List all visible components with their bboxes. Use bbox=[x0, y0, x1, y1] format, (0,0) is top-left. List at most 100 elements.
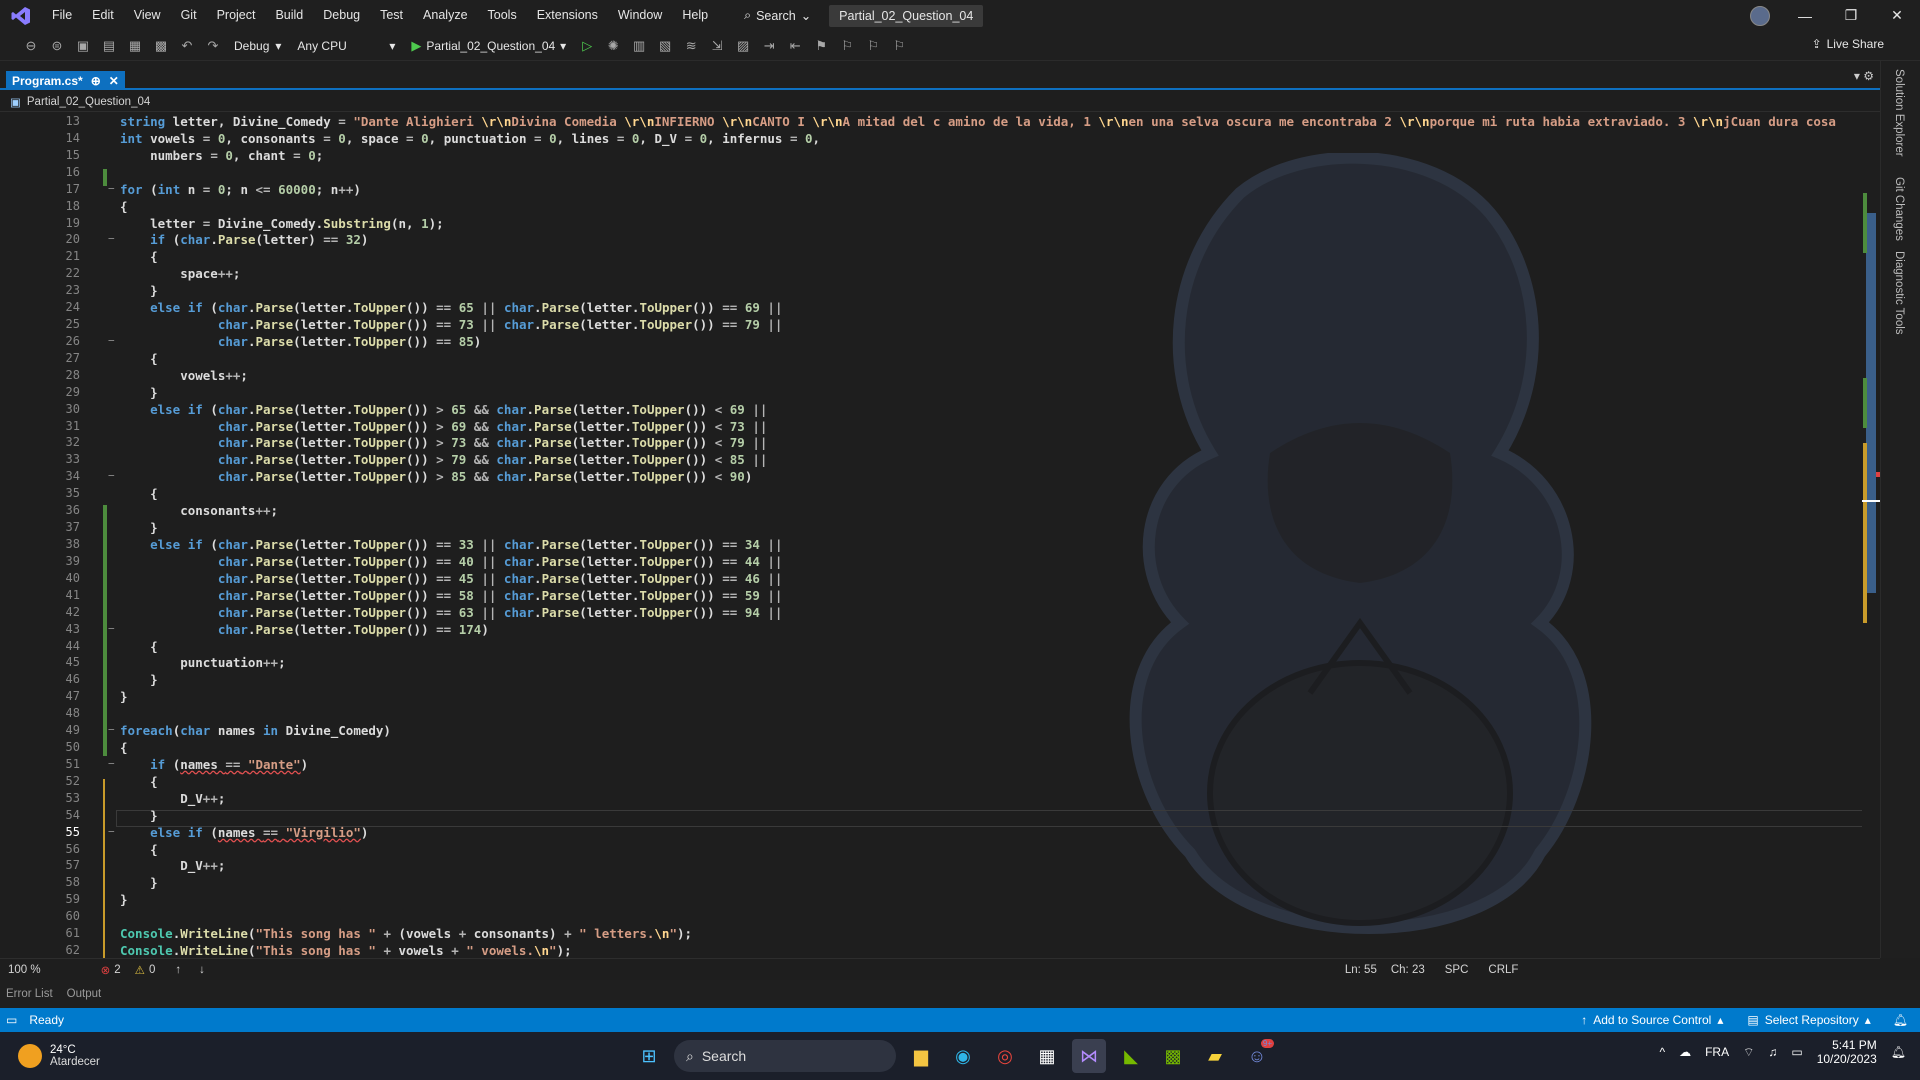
new-project-icon[interactable]: ▣ bbox=[72, 35, 94, 57]
bell-icon[interactable]: 🔔︎ bbox=[1893, 1013, 1908, 1027]
code-line[interactable]: { bbox=[120, 198, 128, 215]
step-icon[interactable]: ⇲ bbox=[706, 35, 728, 57]
cloud-icon[interactable]: ☁ bbox=[1679, 1045, 1691, 1059]
redo-icon[interactable]: ↷ bbox=[202, 35, 224, 57]
code-line[interactable]: } bbox=[120, 891, 128, 908]
column-indicator[interactable]: Ch: 23 bbox=[1391, 964, 1425, 976]
edge-icon[interactable]: ◉ bbox=[946, 1039, 980, 1073]
code-line[interactable]: int vowels = 0, consonants = 0, space = … bbox=[120, 130, 820, 147]
windows-start-icon[interactable]: ⊞ bbox=[632, 1039, 666, 1073]
undo-icon[interactable]: ↶ bbox=[176, 35, 198, 57]
file-explorer-icon[interactable]: ▆ bbox=[904, 1039, 938, 1073]
notification-icon[interactable]: ▭ bbox=[6, 1013, 17, 1027]
discord-icon[interactable]: ☺ 9+ bbox=[1240, 1039, 1274, 1073]
geforce-icon[interactable]: ▩ bbox=[1156, 1039, 1190, 1073]
zoom-dropdown[interactable]: 100 % bbox=[8, 964, 41, 976]
fold-toggle-icon[interactable]: − bbox=[108, 723, 115, 736]
code-line[interactable]: punctuation++; bbox=[120, 654, 285, 671]
code-line[interactable]: consonants++; bbox=[120, 502, 278, 519]
tab-solution-explorer[interactable]: Solution Explorer bbox=[1893, 69, 1905, 157]
weather-widget[interactable]: 24°C Atardecer bbox=[18, 1044, 100, 1068]
code-line[interactable]: { bbox=[120, 248, 158, 265]
eol-indicator[interactable]: CRLF bbox=[1488, 964, 1518, 976]
tab-list-dropdown-icon[interactable]: ▾ ⚙ bbox=[1854, 69, 1874, 83]
code-line[interactable]: D_V++; bbox=[120, 857, 225, 874]
line-indicator[interactable]: Ln: 55 bbox=[1345, 964, 1377, 976]
code-line[interactable]: { bbox=[120, 841, 158, 858]
code-line[interactable]: else if (char.Parse(letter.ToUpper()) > … bbox=[120, 401, 767, 418]
close-icon[interactable]: ✕ bbox=[1874, 0, 1920, 31]
next-issue-icon[interactable]: ↓ bbox=[199, 964, 205, 976]
columns-icon[interactable]: ▨ bbox=[732, 35, 754, 57]
menu-debug[interactable]: Debug bbox=[313, 0, 370, 31]
code-line[interactable]: space++; bbox=[120, 265, 240, 282]
code-line[interactable]: else if (names == "Virgilio") bbox=[120, 824, 368, 841]
save-all-icon[interactable]: ▩ bbox=[150, 35, 172, 57]
code-line[interactable]: if (names == "Dante") bbox=[120, 756, 308, 773]
warning-icon[interactable]: ⚠ bbox=[135, 963, 145, 977]
avatar[interactable] bbox=[1750, 6, 1770, 26]
code-line[interactable]: numbers = 0, chant = 0; bbox=[120, 147, 323, 164]
prev-issue-icon[interactable]: ↑ bbox=[175, 964, 181, 976]
menu-analyze[interactable]: Analyze bbox=[413, 0, 477, 31]
code-line[interactable]: D_V++; bbox=[120, 790, 225, 807]
code-line[interactable]: char.Parse(letter.ToUpper()) > 69 && cha… bbox=[120, 418, 768, 435]
code-line[interactable]: { bbox=[120, 350, 158, 367]
menu-file[interactable]: File bbox=[42, 0, 82, 31]
back-icon[interactable]: ⊖ bbox=[20, 35, 42, 57]
format-icon[interactable]: ≋ bbox=[680, 35, 702, 57]
visual-studio-icon[interactable]: ⋈ bbox=[1072, 1039, 1106, 1073]
run-without-debug-icon[interactable]: ▷ bbox=[576, 35, 598, 57]
config-dropdown[interactable]: Debug ▾ bbox=[228, 39, 287, 53]
menu-edit[interactable]: Edit bbox=[82, 0, 124, 31]
search-button[interactable]: ⌕ Search ⌄ bbox=[736, 8, 819, 23]
menu-tools[interactable]: Tools bbox=[478, 0, 527, 31]
code-line[interactable]: char.Parse(letter.ToUpper()) > 85 && cha… bbox=[120, 468, 753, 485]
code-line[interactable]: char.Parse(letter.ToUpper()) == 85) bbox=[120, 333, 481, 350]
vertical-scrollbar[interactable] bbox=[1862, 113, 1880, 958]
tab-program-cs[interactable]: Program.cs* ⊕ ✕ bbox=[6, 71, 125, 90]
prev-bookmark-icon[interactable]: ⚐ bbox=[836, 35, 858, 57]
taskbar-search-box[interactable]: ⌕ Search bbox=[674, 1040, 896, 1072]
tab-git-changes[interactable]: Git Changes bbox=[1893, 177, 1905, 241]
chevron-up-icon[interactable]: ^ bbox=[1659, 1045, 1665, 1059]
language-indicator[interactable]: FRA bbox=[1705, 1045, 1729, 1059]
tab-diagnostic-tools[interactable]: Diagnostic Tools bbox=[1893, 251, 1905, 335]
fold-toggle-icon[interactable]: − bbox=[108, 232, 115, 245]
menu-test[interactable]: Test bbox=[370, 0, 413, 31]
browse-icon[interactable]: ▥ bbox=[628, 35, 650, 57]
tab-error-list[interactable]: Error List bbox=[6, 988, 53, 1000]
code-line[interactable]: char.Parse(letter.ToUpper()) == 63 || ch… bbox=[120, 604, 783, 621]
add-to-source-control-button[interactable]: Add to Source Control bbox=[1593, 1013, 1711, 1027]
open-folder-icon[interactable]: ▤ bbox=[98, 35, 120, 57]
select-repository-button[interactable]: Select Repository bbox=[1765, 1013, 1859, 1027]
nvidia-icon[interactable]: ◣ bbox=[1114, 1039, 1148, 1073]
code-line[interactable]: { bbox=[120, 773, 158, 790]
notifications-icon[interactable]: 🔔︎ bbox=[1891, 1045, 1906, 1059]
close-tab-icon[interactable]: ✕ bbox=[109, 74, 119, 88]
start-debug-button[interactable]: ▶ Partial_02_Question_04 ▾ bbox=[405, 38, 572, 54]
code-line[interactable]: } bbox=[120, 384, 158, 401]
battery-icon[interactable]: ▭ bbox=[1791, 1045, 1802, 1059]
outdent-icon[interactable]: ⇤ bbox=[784, 35, 806, 57]
volume-icon[interactable]: ♫ bbox=[1768, 1045, 1777, 1059]
save-icon[interactable]: ▦ bbox=[124, 35, 146, 57]
indent-icon[interactable]: ⇥ bbox=[758, 35, 780, 57]
code-line[interactable]: Console.WriteLine("This song has " + vow… bbox=[120, 942, 572, 958]
menu-extensions[interactable]: Extensions bbox=[527, 0, 608, 31]
code-line[interactable]: } bbox=[120, 671, 158, 688]
wifi-icon[interactable]: ⌔ bbox=[1743, 1045, 1754, 1060]
platform-dropdown[interactable]: Any CPU ▾ bbox=[291, 39, 401, 53]
bookmark-icon[interactable]: ⚑ bbox=[810, 35, 832, 57]
menu-view[interactable]: View bbox=[124, 0, 171, 31]
fold-toggle-icon[interactable]: − bbox=[108, 622, 115, 635]
code-line[interactable]: } bbox=[120, 282, 158, 299]
menu-build[interactable]: Build bbox=[265, 0, 313, 31]
live-share-button[interactable]: ⇪ Live Share bbox=[1812, 37, 1884, 51]
error-icon[interactable]: ⊗ bbox=[101, 963, 111, 977]
scrollbar-thumb[interactable] bbox=[1866, 213, 1876, 593]
tab-output[interactable]: Output bbox=[67, 988, 102, 1000]
code-line[interactable]: char.Parse(letter.ToUpper()) == 45 || ch… bbox=[120, 570, 783, 587]
code-line[interactable]: char.Parse(letter.ToUpper()) == 40 || ch… bbox=[120, 553, 783, 570]
code-line[interactable]: { bbox=[120, 739, 128, 756]
